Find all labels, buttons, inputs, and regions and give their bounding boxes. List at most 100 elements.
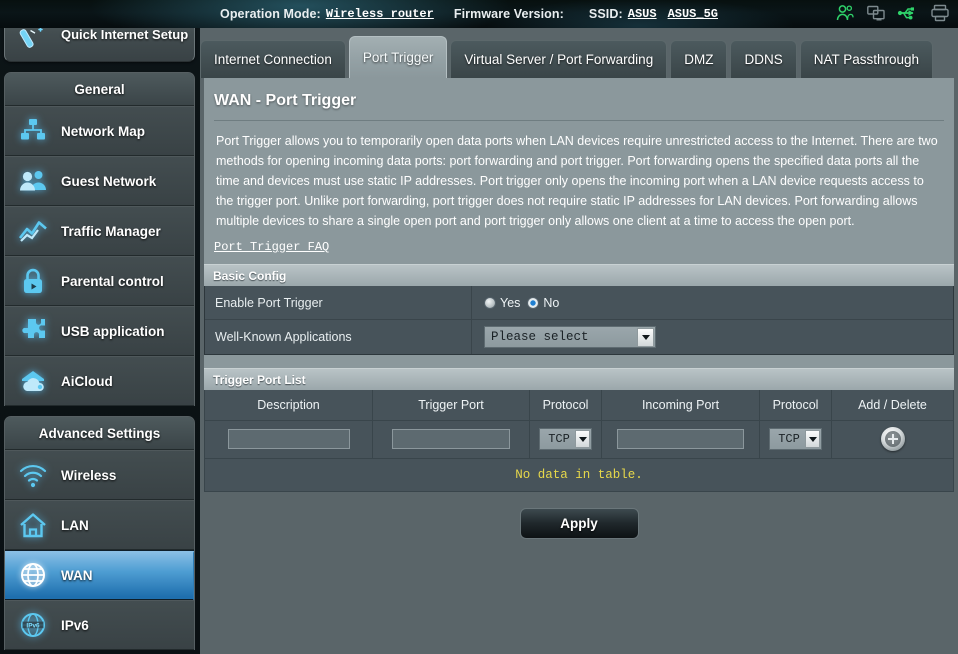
trigger-port-list-table: Description Trigger Port Protocol Incomi… xyxy=(204,390,954,459)
tab-dmz[interactable]: DMZ xyxy=(670,40,728,78)
cell-incoming-port xyxy=(601,419,760,459)
radio-yes[interactable]: Yes xyxy=(484,296,520,310)
enable-port-trigger-label: Enable Port Trigger xyxy=(205,286,472,319)
sidebar-item-wireless[interactable]: Wireless xyxy=(5,450,194,500)
sidebar-group-general-title: General xyxy=(5,73,194,106)
sidebar-item-guest-network[interactable]: Guest Network xyxy=(5,156,194,206)
top-status-bar: Operation Mode: Wireless router Firmware… xyxy=(0,0,958,28)
sidebar-group-general: General Network Map Guest Network Traffi… xyxy=(4,72,195,406)
traffic-manager-icon xyxy=(5,216,61,246)
panel-header: WAN - Port Trigger Port Trigger allows y… xyxy=(204,78,954,264)
guest-network-icon xyxy=(5,166,61,196)
column-incoming-port: Incoming Port xyxy=(601,390,760,421)
sidebar-item-wan-label: WAN xyxy=(61,567,93,583)
description-input[interactable] xyxy=(227,429,350,449)
quick-internet-setup-label: Quick Internet Setup xyxy=(61,27,189,42)
operation-mode-label: Operation Mode: xyxy=(220,7,321,21)
well-known-applications-value: Please select xyxy=(491,330,589,344)
table-row: TCP TCP xyxy=(204,419,954,459)
well-known-applications-select[interactable]: Please select xyxy=(484,326,656,348)
active-item-arrow xyxy=(193,551,194,601)
sidebar-item-parental-control[interactable]: Parental control xyxy=(5,256,194,306)
radio-no[interactable]: No xyxy=(527,296,559,310)
sidebar-item-usb-application[interactable]: USB application xyxy=(5,306,194,356)
column-protocol-1: Protocol xyxy=(529,390,602,421)
trigger-port-input[interactable] xyxy=(392,429,510,449)
empty-table-message: No data in table. xyxy=(204,458,954,492)
chevron-down-icon xyxy=(575,430,590,448)
apply-button[interactable]: Apply xyxy=(519,507,639,539)
chevron-down-icon xyxy=(805,430,820,448)
basic-config-body: Enable Port Trigger Yes No Well-Known Ap… xyxy=(204,286,954,355)
sidebar-group-advanced: Advanced Settings Wireless LAN WAN IPv6 … xyxy=(4,416,195,650)
radio-yes-label: Yes xyxy=(500,295,521,310)
radio-no-dot xyxy=(527,296,540,309)
cell-protocol-1: TCP xyxy=(529,419,602,459)
enable-port-trigger-row: Enable Port Trigger Yes No xyxy=(205,286,953,320)
protocol-2-select[interactable]: TCP xyxy=(769,428,822,450)
devices-icon[interactable] xyxy=(866,3,886,23)
home-icon xyxy=(5,510,61,540)
sidebar-item-usb-application-label: USB application xyxy=(61,323,165,339)
ssid-5g-link[interactable]: ASUS_5G xyxy=(668,7,718,21)
port-trigger-faq-link[interactable]: Port Trigger FAQ xyxy=(214,240,329,264)
printer-icon[interactable] xyxy=(930,3,950,23)
table-header-row: Description Trigger Port Protocol Incomi… xyxy=(204,390,954,421)
cloud-icon xyxy=(5,366,61,396)
sidebar-item-traffic-manager[interactable]: Traffic Manager xyxy=(5,206,194,256)
cell-add-delete xyxy=(831,419,954,459)
operation-mode-value-link[interactable]: Wireless router xyxy=(326,7,434,21)
column-add-delete: Add / Delete xyxy=(831,390,954,421)
protocol-1-select[interactable]: TCP xyxy=(539,428,592,450)
tab-virtual-server-port-forwarding[interactable]: Virtual Server / Port Forwarding xyxy=(450,40,668,78)
wifi-icon xyxy=(5,460,61,490)
sidebar-item-wan[interactable]: WAN xyxy=(5,550,194,601)
well-known-applications-row: Well-Known Applications Please select xyxy=(205,320,953,354)
ssid-label: SSID: xyxy=(588,7,623,21)
page-title: WAN - Port Trigger xyxy=(214,92,357,109)
router-admin-page: Operation Mode: Wireless router Firmware… xyxy=(0,0,958,654)
svg-text:IPv6: IPv6 xyxy=(26,623,40,630)
tab-internet-connection[interactable]: Internet Connection xyxy=(200,40,346,78)
radio-yes-dot xyxy=(484,296,496,309)
puzzle-icon xyxy=(5,316,61,346)
basic-config-section-title: Basic Config xyxy=(204,264,954,286)
trigger-port-list-section-title: Trigger Port List xyxy=(204,368,954,390)
column-trigger-port: Trigger Port xyxy=(372,390,530,421)
chevron-down-icon xyxy=(637,327,654,347)
cell-description xyxy=(204,419,373,459)
sidebar-item-aicloud[interactable]: AiCloud xyxy=(5,356,194,406)
sidebar-item-traffic-manager-label: Traffic Manager xyxy=(61,223,161,239)
apply-button-area: Apply xyxy=(204,491,954,539)
column-description: Description xyxy=(204,390,373,421)
sidebar: Quick Internet Setup General Network Map xyxy=(0,0,200,654)
page-description: Port Trigger allows you to temporarily o… xyxy=(216,134,938,228)
plus-circle-icon[interactable] xyxy=(880,427,905,451)
sidebar-item-lan[interactable]: LAN xyxy=(5,500,194,550)
sidebar-item-network-map-label: Network Map xyxy=(61,123,146,139)
sidebar-item-wireless-label: Wireless xyxy=(61,467,117,483)
tab-port-trigger[interactable]: Port Trigger xyxy=(348,36,448,78)
well-known-applications-label: Well-Known Applications xyxy=(205,320,472,354)
port-trigger-panel: WAN - Port Trigger Port Trigger allows y… xyxy=(204,78,954,539)
incoming-port-input[interactable] xyxy=(617,429,744,449)
users-icon[interactable] xyxy=(835,3,855,23)
tab-ddns[interactable]: DDNS xyxy=(730,40,797,78)
globe-icon xyxy=(5,560,61,590)
ssid-24g-link[interactable]: ASUS xyxy=(628,7,657,21)
tab-bar: Internet Connection Port Trigger Virtual… xyxy=(200,36,958,78)
main-content: WAN - Port Trigger Port Trigger allows y… xyxy=(200,78,958,654)
ipv6-globe-icon: IPv6 xyxy=(5,610,61,640)
sidebar-group-advanced-title: Advanced Settings xyxy=(5,417,194,450)
tab-nat-passthrough[interactable]: NAT Passthrough xyxy=(799,40,934,78)
cell-protocol-2: TCP xyxy=(759,419,832,459)
sidebar-item-aicloud-label: AiCloud xyxy=(61,373,113,389)
firmware-version-label: Firmware Version: xyxy=(453,7,564,21)
cell-trigger-port xyxy=(372,419,530,459)
protocol-1-value: TCP xyxy=(548,432,570,446)
sidebar-item-network-map[interactable]: Network Map xyxy=(5,106,194,156)
sidebar-item-lan-label: LAN xyxy=(61,517,89,533)
sidebar-item-ipv6[interactable]: IPv6 IPv6 xyxy=(5,600,194,650)
usb-icon[interactable] xyxy=(897,3,919,23)
status-icon-group xyxy=(835,3,950,23)
